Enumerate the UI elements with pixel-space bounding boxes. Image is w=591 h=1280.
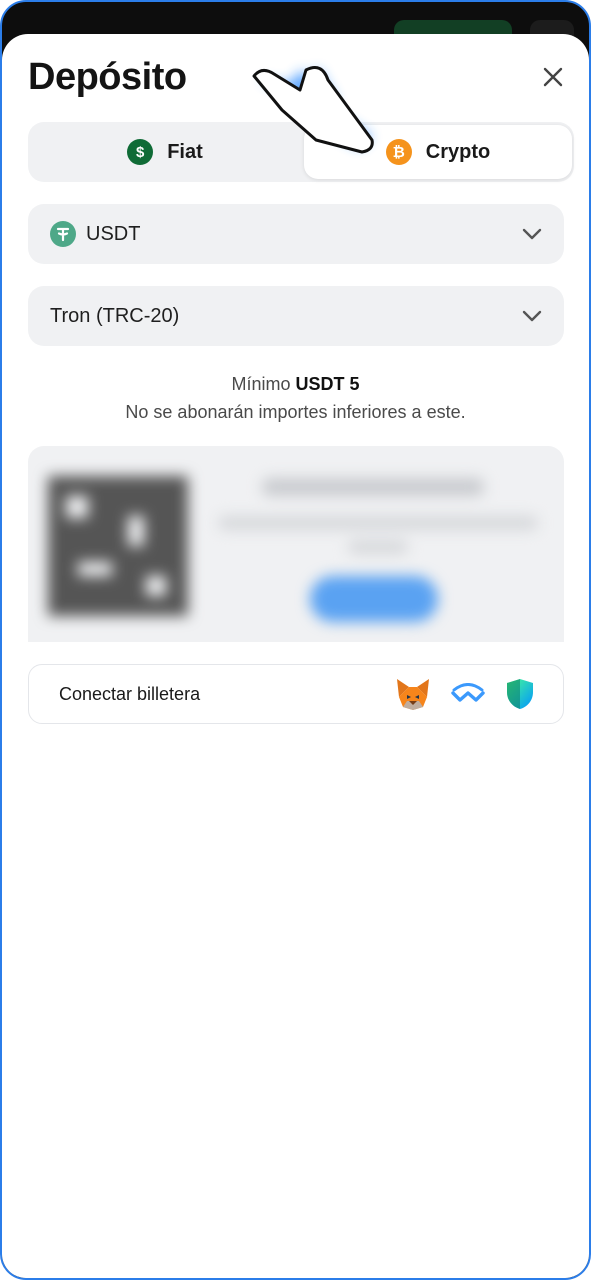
- close-button[interactable]: [538, 62, 568, 92]
- copy-address-button: [310, 576, 438, 622]
- device-frame: Depósito $ Fiat ₿ Crypto USDT Tron (TRC-…: [0, 0, 591, 1280]
- currency-select[interactable]: USDT: [28, 204, 564, 264]
- hand-pointer-icon: [252, 66, 374, 154]
- tether-icon: [50, 221, 76, 247]
- connect-wallet-label: Conectar billetera: [59, 683, 201, 704]
- tab-crypto-label: Crypto: [425, 140, 491, 163]
- network-select[interactable]: Tron (TRC-20): [28, 286, 564, 346]
- network-select-value: Tron (TRC-20): [50, 304, 180, 327]
- minimum-value: USDT 5: [295, 374, 360, 394]
- chevron-down-icon: [522, 310, 542, 322]
- deposit-address-card: [28, 446, 564, 642]
- walletconnect-icon: [451, 683, 485, 702]
- connect-wallet-button[interactable]: Conectar billetera: [28, 664, 564, 724]
- modal-title: Depósito: [28, 56, 187, 98]
- trust-wallet-shield-icon: [507, 679, 533, 709]
- close-icon: [543, 67, 563, 87]
- minimum-amount: Mínimo USDT 5: [2, 370, 589, 398]
- tab-fiat-label: Fiat: [167, 140, 203, 163]
- deposit-modal: Depósito $ Fiat ₿ Crypto USDT Tron (TRC-…: [2, 34, 589, 1278]
- qr-code: [48, 476, 188, 616]
- minimum-prefix: Mínimo: [231, 374, 291, 394]
- dollar-coin-icon: $: [127, 139, 154, 165]
- minimum-note: No se abonarán importes inferiores a est…: [125, 402, 466, 422]
- chevron-down-icon: [522, 228, 542, 240]
- currency-select-value: USDT: [86, 222, 141, 245]
- metamask-fox-icon: [397, 679, 429, 710]
